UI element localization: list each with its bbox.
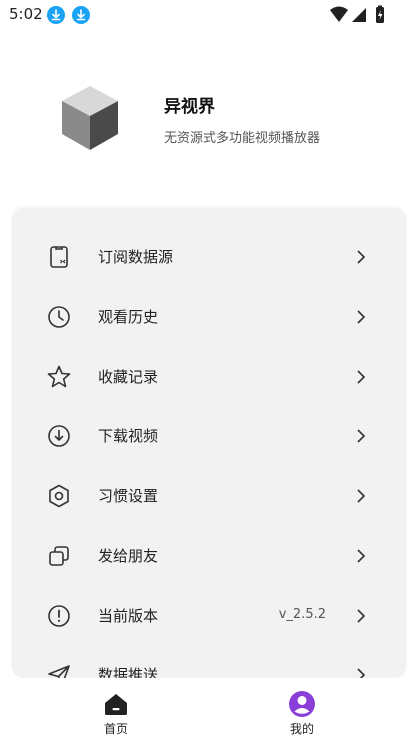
nav-label-home: 首页 bbox=[103, 722, 128, 736]
menu-item-label: 下载视频 bbox=[98, 427, 159, 445]
signal-icon bbox=[352, 8, 366, 22]
user-profile-icon bbox=[289, 691, 315, 717]
clock-icon bbox=[48, 306, 70, 328]
nav-label-mine: 我的 bbox=[289, 722, 314, 736]
download-notification-icon bbox=[72, 6, 90, 24]
app-logo-cube-icon bbox=[62, 86, 118, 150]
menu-item-current-version[interactable]: 当前版本 v_2.5.2 bbox=[12, 591, 406, 641]
menu-item-label: 观看历史 bbox=[98, 308, 159, 326]
home-icon bbox=[105, 694, 127, 715]
star-icon bbox=[47, 365, 71, 388]
status-bar: 5:02 bbox=[0, 0, 418, 30]
menu-item-watch-history[interactable]: 观看历史 bbox=[12, 292, 406, 342]
chevron-right-icon bbox=[357, 370, 366, 384]
menu-item-download-video[interactable]: 下载视频 bbox=[12, 411, 406, 461]
status-time: 5:02 bbox=[9, 5, 43, 23]
chevron-right-icon bbox=[357, 429, 366, 443]
wifi-icon bbox=[330, 6, 348, 22]
menu-item-label: 收藏记录 bbox=[98, 368, 159, 386]
nav-tab-mine[interactable]: 我的 bbox=[242, 678, 362, 743]
menu-item-share-to-friends[interactable]: 发给朋友 bbox=[12, 531, 406, 581]
chevron-right-icon bbox=[357, 549, 366, 563]
hexagon-settings-icon bbox=[49, 484, 69, 508]
menu-item-favorites[interactable]: 收藏记录 bbox=[12, 352, 406, 402]
chevron-right-icon bbox=[357, 668, 366, 678]
download-icon bbox=[48, 425, 70, 447]
menu-item-label: 发给朋友 bbox=[98, 547, 159, 565]
info-icon bbox=[48, 605, 70, 627]
send-icon bbox=[48, 665, 70, 678]
version-value: v_2.5.2 bbox=[278, 607, 326, 622]
menu-item-label: 订阅数据源 bbox=[98, 248, 174, 266]
app-header: 异视界 无资源式多功能视频播放器 bbox=[0, 70, 418, 180]
subscription-source-icon bbox=[50, 246, 68, 268]
menu-item-label: 数据推送 bbox=[98, 666, 159, 678]
menu-item-subscription-source[interactable]: 订阅数据源 bbox=[12, 232, 406, 282]
menu-item-label: 习惯设置 bbox=[98, 487, 159, 505]
menu-item-data-push[interactable]: 数据推送 bbox=[12, 650, 406, 678]
system-status-icons bbox=[330, 5, 384, 23]
menu-card: 订阅数据源 观看历史 收藏记录 下载视频 习惯设置 发给朋友 当前版本 v_2.… bbox=[12, 208, 406, 678]
menu-item-label: 当前版本 bbox=[98, 607, 159, 625]
share-icon bbox=[49, 546, 69, 566]
chevron-right-icon bbox=[357, 310, 366, 324]
app-description: 无资源式多功能视频播放器 bbox=[164, 131, 321, 146]
bottom-navigation: 首页 我的 bbox=[0, 678, 418, 743]
menu-item-preferences[interactable]: 习惯设置 bbox=[12, 471, 406, 521]
chevron-right-icon bbox=[357, 489, 366, 503]
chevron-right-icon bbox=[357, 250, 366, 264]
app-name: 异视界 bbox=[164, 97, 215, 117]
download-notification-icon bbox=[47, 6, 65, 24]
nav-tab-home[interactable]: 首页 bbox=[56, 678, 176, 743]
chevron-right-icon bbox=[357, 609, 366, 623]
